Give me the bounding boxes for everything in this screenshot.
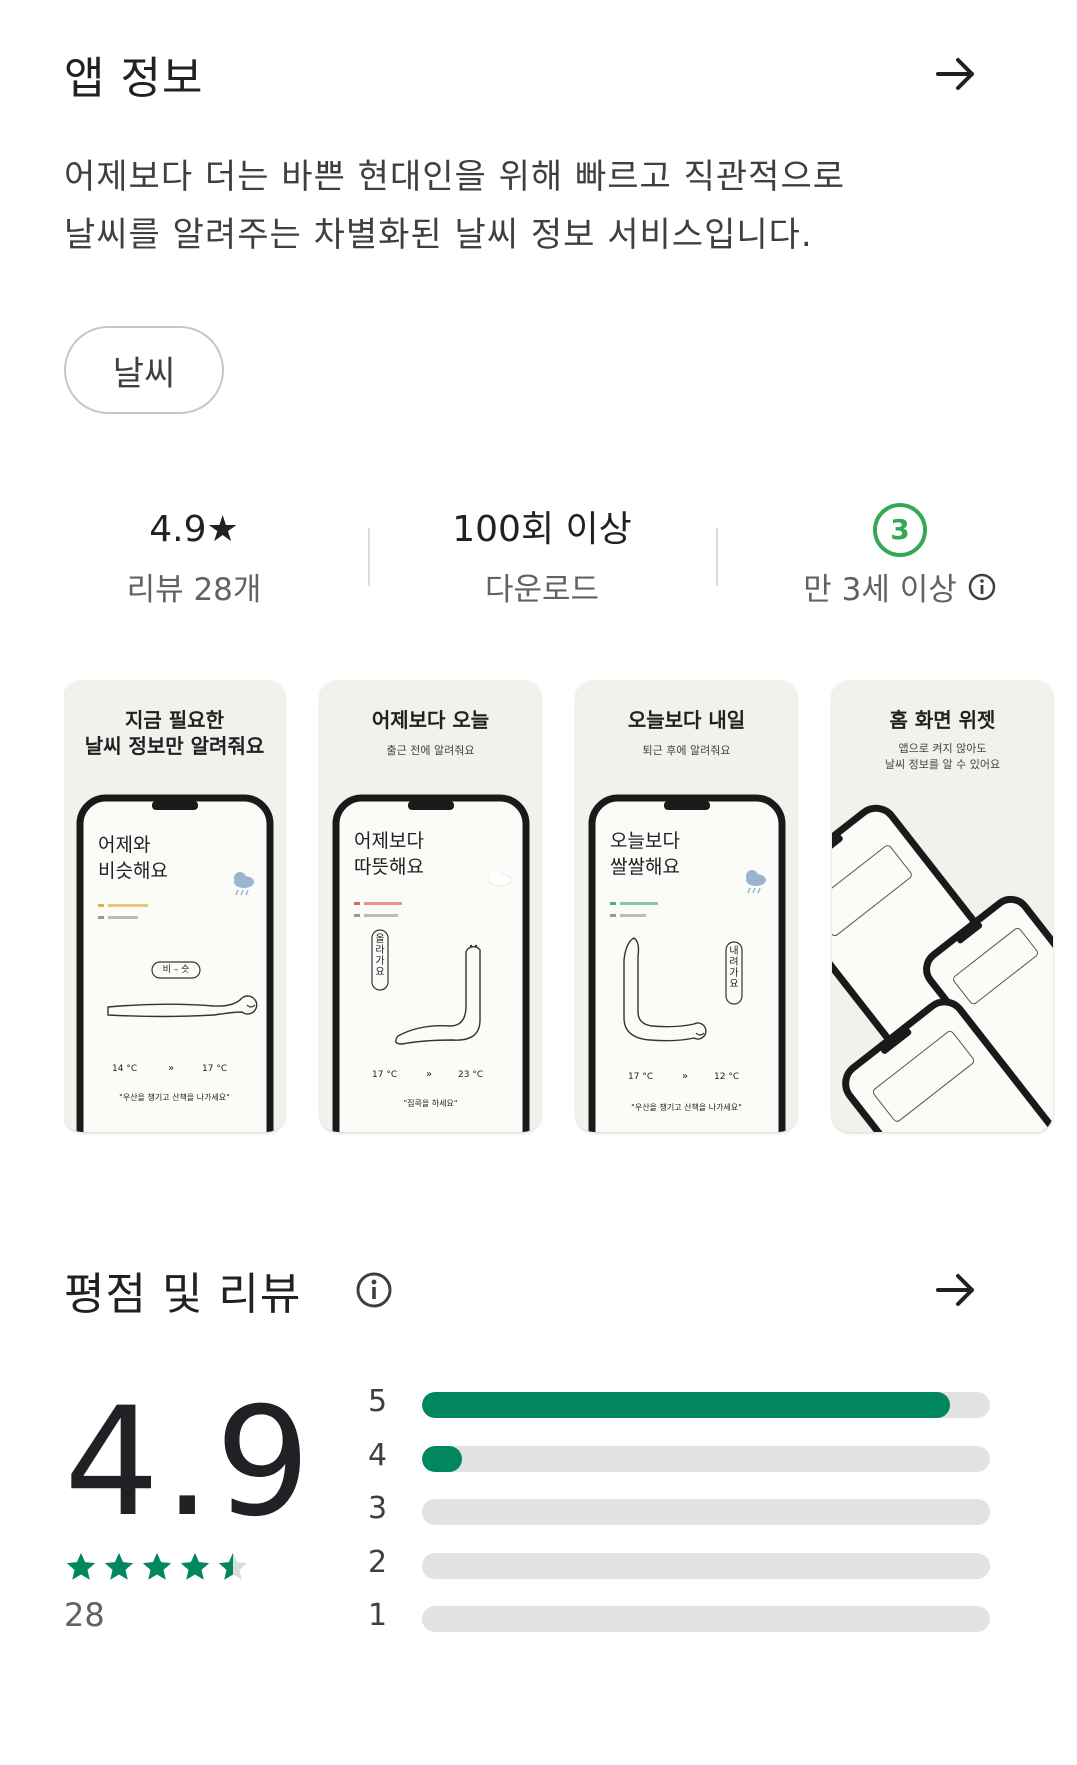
about-arrow-button[interactable] <box>926 44 986 104</box>
rating-distribution: 5 4 3 2 1 <box>360 1380 1000 1648</box>
rating-bar-row: 5 <box>360 1380 1000 1434</box>
star-icon <box>142 1552 172 1580</box>
screenshot-3[interactable]: 오늘보다 내일 퇴근 후에 알려줘요 오늘보다 쌀쌀해요 내려가요 17 °C … <box>576 680 797 1132</box>
description-line-1: 어제보다 더는 바쁜 현대인을 위해 빠르고 직관적으로 <box>64 157 846 197</box>
stats-row: 4.9★ 리뷰 28개 100회 이상 다운로드 3 만 3세 이상 <box>0 500 1077 620</box>
screenshot-1[interactable]: 지금 필요한 날씨 정보만 알려줘요 어제와 비슷해요 비 – 슷 14 °C … <box>64 680 285 1132</box>
category-chip[interactable]: 날씨 <box>64 326 224 414</box>
age-rating-badge: 3 <box>873 503 927 557</box>
star-icon <box>180 1552 210 1580</box>
screenshot-carousel[interactable]: 지금 필요한 날씨 정보만 알려줘요 어제와 비슷해요 비 – 슷 14 °C … <box>64 680 1077 1140</box>
rating-bar-track <box>422 1552 990 1579</box>
rating-bar-label: 3 <box>368 1491 388 1526</box>
phone-headline-2: 쌀쌀해요 <box>610 856 680 878</box>
screenshot-subtitle: 퇴근 후에 알려줘요 <box>642 744 731 757</box>
temperature-from: 17 °C <box>628 1072 654 1082</box>
screenshot-title-line-1: 오늘보다 내일 <box>627 708 746 732</box>
screenshot-subtitle-line-2: 날씨 정보를 알 수 있어요 <box>884 758 1001 771</box>
speech-bubble: 비 – 슷 <box>162 965 190 975</box>
star-icon <box>66 1552 96 1580</box>
phone-headline-1: 어제보다 <box>354 830 424 852</box>
description-line-2: 날씨를 알려주는 차별화된 날씨 정보 서비스입니다. <box>64 215 813 255</box>
downloads-stat-caption: 다운로드 <box>484 572 600 608</box>
rating-bar-row: 2 <box>360 1541 1000 1595</box>
about-title: 앱 정보 <box>64 53 204 104</box>
speech-bubble: 내려가요 <box>729 946 739 990</box>
age-stat-caption: 만 3세 이상 <box>803 572 957 608</box>
rating-bar-track <box>422 1499 990 1525</box>
rating-bar-row: 3 <box>360 1487 1000 1541</box>
screenshot-subtitle: 출근 전에 알려줘요 <box>386 744 475 757</box>
average-rating-score: 4.9 <box>64 1376 315 1550</box>
temperature-from: 17 °C <box>372 1070 398 1080</box>
rating-stat-caption: 리뷰 28개 <box>126 572 262 608</box>
temperature-to: 23 °C <box>458 1070 484 1080</box>
speech-bubble: 올라가요 <box>375 934 385 978</box>
temperature-arrow: » <box>682 1071 689 1082</box>
screenshot-2[interactable]: 어제보다 오늘 출근 전에 알려줘요 어제보다 따뜻해요 올라가요 17 °C … <box>320 680 541 1132</box>
rating-bar-label: 5 <box>368 1384 388 1419</box>
rating-bar-label: 1 <box>368 1598 388 1633</box>
screenshot-title-line-1: 지금 필요한 <box>125 708 224 732</box>
screenshot-footer: "우산을 챙기고 산책을 나가세요" <box>631 1103 742 1112</box>
screenshot-title-line-1: 홈 화면 위젯 <box>889 708 996 732</box>
age-stat[interactable]: 3 만 3세 이상 <box>740 500 1060 609</box>
rating-bar-label: 2 <box>368 1544 388 1580</box>
info-icon <box>356 1272 392 1308</box>
screenshot-4[interactable]: 홈 화면 위젯 앱으로 켜지 않아도 날씨 정보를 알 수 있어요 <box>832 680 1053 1132</box>
temperature-to: 12 °C <box>714 1072 740 1082</box>
phone-headline-2: 따뜻해요 <box>354 856 424 878</box>
ratings-title: 평점 및 리뷰 <box>64 1269 302 1320</box>
screenshot-footer: "우산을 챙기고 산책을 나가세요" <box>119 1093 230 1102</box>
phone-headline-1: 오늘보다 <box>610 830 680 852</box>
screenshot-footer: "집콕을 하세요" <box>403 1099 458 1108</box>
rating-bar-track <box>422 1392 990 1418</box>
temperature-from: 14 °C <box>112 1064 138 1074</box>
temperature-arrow: » <box>168 1063 175 1074</box>
rating-bar-track <box>422 1606 990 1632</box>
about-section-header[interactable]: 앱 정보 <box>0 34 1077 114</box>
screenshot-title-line-2: 날씨 정보만 알려줘요 <box>84 734 265 758</box>
downloads-stat-value: 100회 이상 <box>452 509 632 550</box>
temperature-arrow: » <box>426 1069 433 1080</box>
screenshot-title-line-1: 어제보다 오늘 <box>371 708 490 732</box>
arrow-right-icon <box>936 58 974 90</box>
rating-bar-label: 4 <box>368 1437 388 1473</box>
stat-divider <box>368 528 370 586</box>
rating-bar-track <box>422 1445 990 1472</box>
rating-bar-fill <box>422 1445 462 1472</box>
rating-stars <box>64 1550 250 1584</box>
rating-bar-fill <box>422 1392 951 1418</box>
rating-bar-row: 4 <box>360 1434 1000 1488</box>
app-description: 어제보다 더는 바쁜 현대인을 위해 빠르고 직관적으로 날씨를 알려주는 차별… <box>64 148 964 264</box>
phone-headline-1: 어제와 <box>98 834 151 856</box>
ratings-arrow-button[interactable] <box>926 1260 986 1320</box>
ratings-info-button[interactable] <box>352 1268 396 1312</box>
rating-bar-row: 1 <box>360 1594 1000 1648</box>
half-star-icon <box>218 1552 248 1580</box>
info-icon[interactable] <box>967 572 997 602</box>
rating-stat: 4.9★ 리뷰 28개 <box>44 500 344 609</box>
arrow-right-icon <box>936 1274 974 1306</box>
ratings-section-header[interactable]: 평점 및 리뷰 <box>0 1248 1077 1328</box>
star-icon <box>104 1552 134 1580</box>
phone-headline-2: 비슷해요 <box>98 860 168 882</box>
downloads-stat: 100회 이상 다운로드 <box>392 500 692 609</box>
review-count: 28 <box>64 1596 105 1634</box>
temperature-to: 17 °C <box>202 1064 228 1074</box>
rating-stat-value: 4.9★ <box>149 509 239 550</box>
screenshot-subtitle-line-1: 앱으로 켜지 않아도 <box>898 742 987 755</box>
stat-divider <box>716 528 718 586</box>
